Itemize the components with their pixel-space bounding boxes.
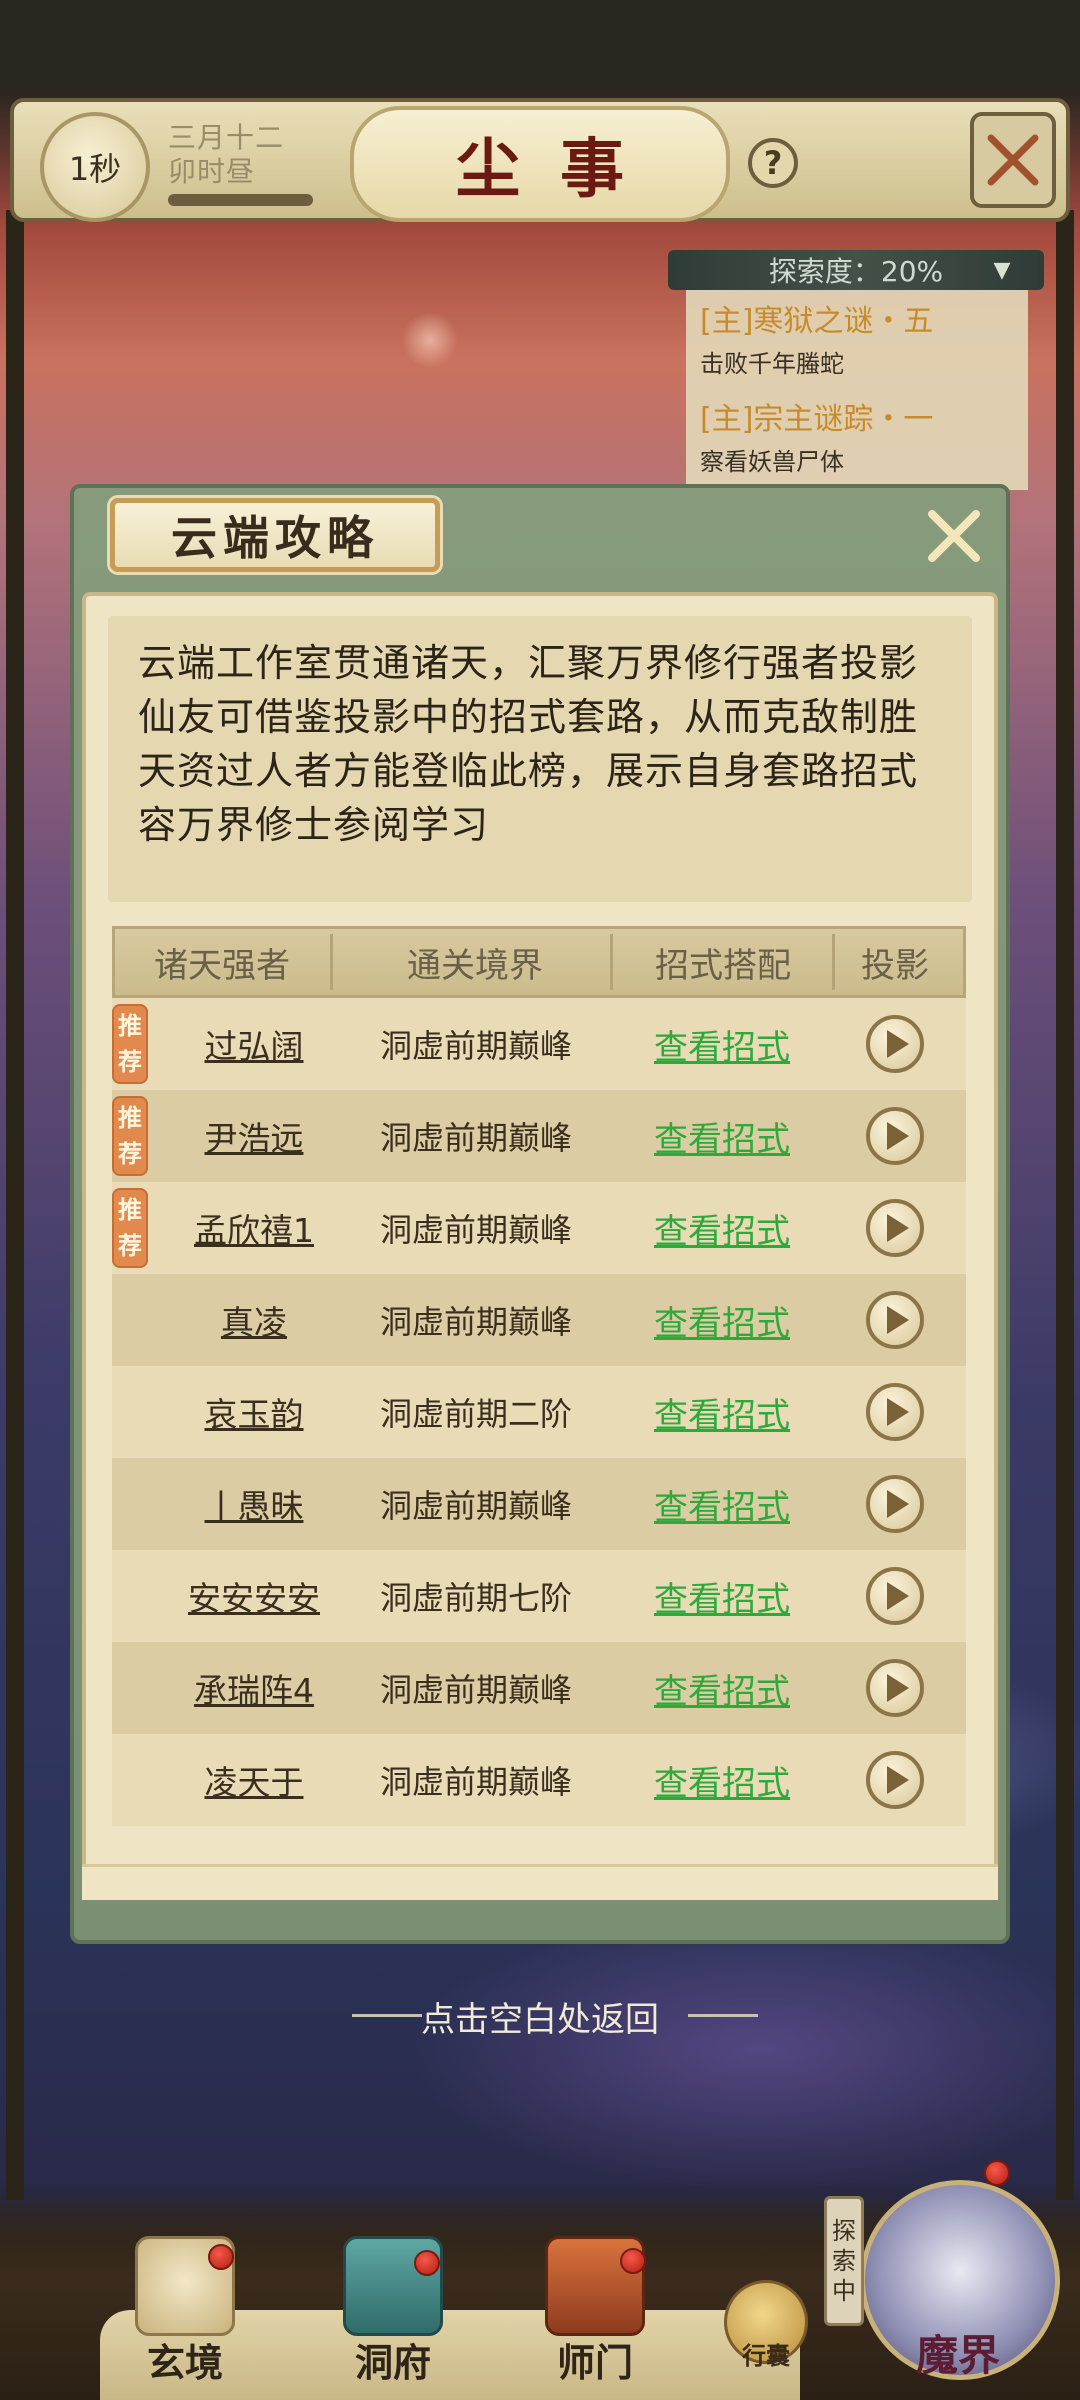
nav-label: 玄境 bbox=[146, 2340, 223, 2385]
realm-text: 洞虚前期巅峰 bbox=[379, 1671, 572, 1709]
play-icon bbox=[887, 1030, 909, 1058]
nav-item-xuanjing[interactable]: 玄境 bbox=[110, 2236, 260, 2396]
play-projection-button[interactable] bbox=[866, 1659, 924, 1717]
time-of-day-text: 卯时昼 bbox=[168, 155, 256, 188]
player-name-link[interactable]: 承瑞阵4 bbox=[152, 1642, 356, 1734]
realm-text: 洞虚前期二阶 bbox=[379, 1395, 572, 1433]
play-projection-button[interactable] bbox=[866, 1291, 924, 1349]
close-icon bbox=[987, 134, 1039, 186]
column-header-skills: 招式搭配 bbox=[655, 945, 791, 986]
view-skills-link[interactable]: 查看招式 bbox=[608, 1274, 836, 1366]
dialog-title: 云端攻略 bbox=[171, 511, 379, 565]
description-line: 云端工作室贯通诸天，汇聚万界修行强者投影 bbox=[138, 641, 919, 685]
column-header-player: 诸天强者 bbox=[154, 945, 290, 986]
column-divider bbox=[330, 934, 333, 990]
view-skills-link[interactable]: 查看招式 bbox=[608, 1642, 836, 1734]
view-skills-link[interactable]: 查看招式 bbox=[608, 1090, 836, 1182]
quest-desc: 察看妖兽尸体 bbox=[700, 448, 844, 476]
description-line: 天资过人者方能登临此榜，展示自身套路招式 bbox=[138, 749, 919, 793]
column-header-realm: 通关境界 bbox=[407, 945, 543, 986]
demon-realm-label: 魔界 bbox=[915, 2331, 1000, 2380]
nav-label: 师门 bbox=[556, 2340, 633, 2385]
realm-text: 洞虚前期巅峰 bbox=[379, 1027, 572, 1065]
quest-title[interactable]: [主]寒狱之谜・五 bbox=[700, 296, 933, 340]
nav-item-shimen[interactable]: 师门 bbox=[520, 2236, 670, 2396]
play-icon bbox=[887, 1306, 909, 1334]
notification-dot bbox=[414, 2250, 440, 2276]
time-progress-bar bbox=[168, 194, 313, 206]
nav-item-dongfu[interactable]: 洞府 bbox=[318, 2236, 468, 2396]
play-projection-button[interactable] bbox=[866, 1107, 924, 1165]
view-skills-link[interactable]: 查看招式 bbox=[608, 1458, 836, 1550]
chevron-down-icon[interactable]: ▼ bbox=[982, 252, 1022, 288]
play-icon bbox=[887, 1122, 909, 1150]
timer-badge[interactable]: 1秒 bbox=[40, 112, 150, 222]
notification-dot bbox=[984, 2160, 1010, 2186]
realm-text: 洞虚前期巅峰 bbox=[379, 1303, 572, 1341]
view-skills-link[interactable]: 查看招式 bbox=[608, 1182, 836, 1274]
page-title-plaque: 尘事 bbox=[350, 106, 730, 222]
view-skills-link[interactable]: 查看招式 bbox=[608, 1366, 836, 1458]
player-name-link[interactable]: 安安安安 bbox=[152, 1550, 356, 1642]
play-projection-button[interactable] bbox=[866, 1383, 924, 1441]
player-name-link[interactable]: 凌天于 bbox=[152, 1734, 356, 1826]
play-icon bbox=[887, 1766, 909, 1794]
tap-to-return-hint[interactable]: 点击空白处返回 bbox=[340, 1990, 740, 2042]
exploring-tag: 探 索 中 bbox=[824, 2196, 864, 2326]
dialog-title-tab: 云端攻略 bbox=[110, 498, 440, 572]
realm-text: 洞虚前期巅峰 bbox=[379, 1211, 572, 1249]
play-icon bbox=[887, 1214, 909, 1242]
realm-text: 洞虚前期巅峰 bbox=[379, 1487, 572, 1525]
scene-frame-left bbox=[6, 210, 24, 2200]
play-icon bbox=[887, 1398, 909, 1426]
view-skills-link[interactable]: 查看招式 bbox=[608, 1734, 836, 1826]
realm-text: 洞虚前期巅峰 bbox=[379, 1119, 572, 1157]
play-projection-button[interactable] bbox=[866, 1475, 924, 1533]
view-skills-link[interactable]: 查看招式 bbox=[608, 1550, 836, 1642]
dialog-close-button[interactable] bbox=[914, 496, 994, 576]
quest-title[interactable]: [主]宗主谜踪・一 bbox=[700, 394, 933, 438]
player-name-link[interactable]: 尹浩远 bbox=[152, 1090, 356, 1182]
recommend-badge: 推荐 bbox=[112, 1004, 148, 1084]
scene-frame-right bbox=[1056, 210, 1074, 2200]
realm-text: 洞虚前期巅峰 bbox=[379, 1763, 572, 1801]
close-button[interactable] bbox=[970, 112, 1056, 208]
nav-label: 洞府 bbox=[354, 2340, 431, 2385]
play-icon bbox=[887, 1674, 909, 1702]
play-projection-button[interactable] bbox=[866, 1567, 924, 1625]
dialog-bottom-edge bbox=[82, 1864, 998, 1900]
page-title: 尘事 bbox=[456, 132, 664, 207]
play-projection-button[interactable] bbox=[866, 1751, 924, 1809]
play-icon bbox=[887, 1582, 909, 1610]
column-header-projection: 投影 bbox=[861, 945, 929, 986]
play-projection-button[interactable] bbox=[866, 1015, 924, 1073]
notification-dot bbox=[208, 2244, 234, 2270]
player-name-link[interactable]: 哀玉韵 bbox=[152, 1366, 356, 1458]
recommend-badge: 推荐 bbox=[112, 1188, 148, 1268]
view-skills-link[interactable]: 查看招式 bbox=[608, 998, 836, 1090]
description-line: 仙友可借鉴投影中的招式套路，从而克敌制胜 bbox=[138, 695, 919, 739]
recommend-badge: 推荐 bbox=[112, 1096, 148, 1176]
column-divider bbox=[610, 934, 613, 990]
player-name-link[interactable]: 孟欣禧1 bbox=[152, 1182, 356, 1274]
hint-decoration bbox=[688, 2014, 758, 2017]
help-button[interactable]: ? bbox=[748, 138, 798, 188]
quest-desc: 击败千年螣蛇 bbox=[700, 350, 844, 378]
bag-label: 行囊 bbox=[742, 2342, 790, 2370]
column-divider bbox=[832, 934, 835, 990]
player-name-link[interactable]: 真凌 bbox=[152, 1274, 356, 1366]
notification-dot bbox=[620, 2248, 646, 2274]
player-name-link[interactable]: 丨愚昧 bbox=[152, 1458, 356, 1550]
play-icon bbox=[887, 1490, 909, 1518]
play-projection-button[interactable] bbox=[866, 1199, 924, 1257]
realm-text: 洞虚前期七阶 bbox=[379, 1579, 572, 1617]
description-line: 容万界修士参阅学习 bbox=[138, 803, 490, 847]
close-icon bbox=[928, 510, 980, 562]
player-name-link[interactable]: 过弘阔 bbox=[152, 998, 356, 1090]
